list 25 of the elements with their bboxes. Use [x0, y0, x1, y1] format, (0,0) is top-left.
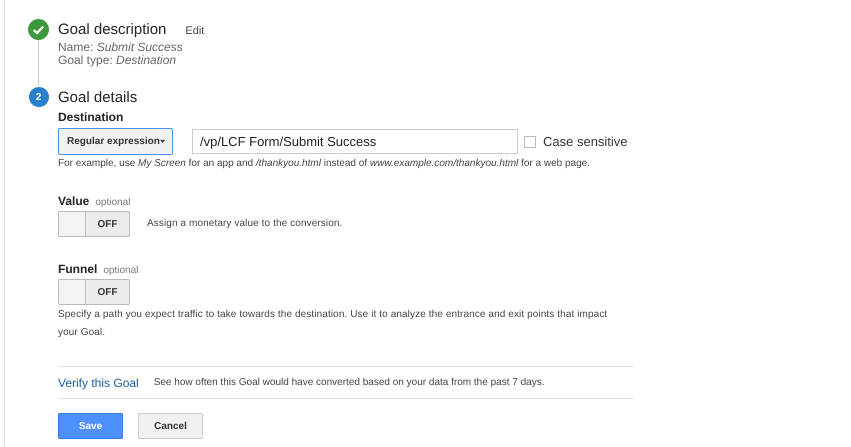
optional-label: optional [95, 197, 130, 208]
step-number: 2 [28, 87, 48, 107]
verify-link[interactable]: Verify this Goal [58, 376, 139, 390]
destination-label: Destination [58, 109, 124, 125]
cancel-button[interactable]: Cancel [138, 413, 203, 439]
caret-icon [160, 139, 165, 144]
section-label: Value [58, 193, 90, 209]
checkbox-label: Case sensitive [543, 134, 628, 149]
checkbox[interactable] [524, 136, 536, 148]
section-label: Funnel [58, 261, 98, 277]
match-type-dropdown[interactable]: Regular expression [58, 128, 173, 155]
description: Specify a path you expect traffic to take towards the destination. Use it to analyze the entrance and exit points that impact your Goal. [58, 308, 608, 340]
verify-description: See how often this Goal would have converted based on your data from the past 7 days. [154, 377, 544, 388]
hint-text: For example, use My Screen for an app and /thankyou.html instead of www.example.com/thankyou.html for a web page. [58, 158, 591, 169]
check-icon [28, 19, 49, 40]
step-title: Goal description [58, 20, 166, 40]
description: Assign a monetary value to the conversion. [147, 217, 342, 231]
optional-label: optional [103, 265, 138, 276]
destination-input[interactable]: /vp/LCF Form/Submit Success [192, 129, 518, 154]
toggle-switch[interactable]: OFF [58, 211, 130, 237]
goal-type: Goal type: Destination [58, 54, 178, 67]
edit-link[interactable]: Edit [185, 25, 204, 37]
goal-name: Name: Submit Success [58, 41, 184, 54]
toggle-switch[interactable]: OFF [58, 279, 130, 305]
step-title: Goal details [58, 88, 138, 108]
